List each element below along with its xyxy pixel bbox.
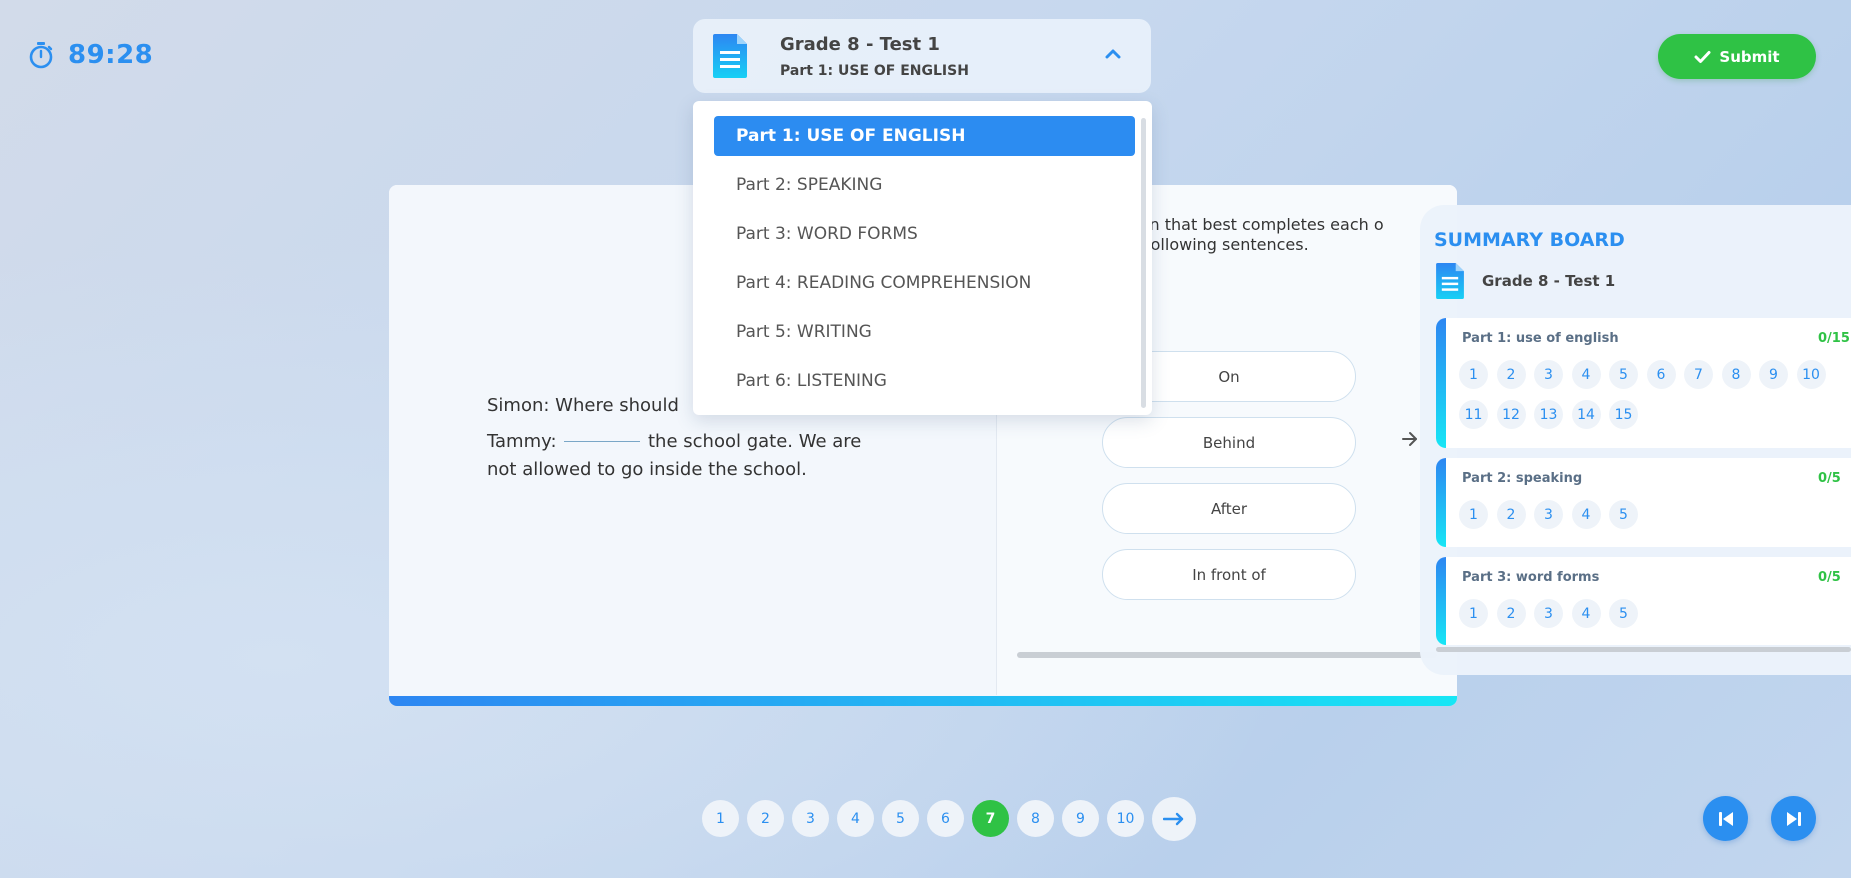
timer-text: 89:28: [68, 40, 154, 70]
document-icon: [713, 34, 747, 78]
question-bubble[interactable]: 4: [1571, 500, 1601, 529]
summary-part-use-of-english: Part 1: use of english 0/15 1 2 3 4 5 6 …: [1436, 318, 1851, 448]
summary-test-name: Grade 8 - Test 1: [1482, 272, 1616, 290]
dropdown-item-writing[interactable]: Part 5: WRITING: [714, 312, 1135, 352]
summary-part-word-forms: Part 3: word forms 0/5 1 2 3 4 5: [1436, 557, 1851, 645]
arrow-right-icon: [1402, 432, 1417, 446]
question-bubble[interactable]: 9: [1759, 360, 1788, 389]
summary-test: Grade 8 - Test 1: [1436, 263, 1615, 299]
passage-text-after-blank: the school gate. We are: [648, 431, 862, 452]
summary-scrollbar[interactable]: [1436, 647, 1851, 652]
skip-forward-icon: [1786, 811, 1801, 826]
passage-line: Tammy: the school gate. We are not allow…: [487, 428, 887, 484]
part-score: 0/5: [1818, 570, 1841, 585]
instruction-line: tion that best completes each o: [1129, 215, 1384, 234]
dropdown-scrollbar[interactable]: [1141, 118, 1146, 408]
question-bubble[interactable]: 12: [1496, 400, 1526, 429]
page-button-current[interactable]: 7: [972, 800, 1009, 837]
timer: 89:28: [28, 40, 153, 70]
arrow-right-icon: [1163, 812, 1184, 826]
question-grid: 1 2 3 4 5 6 7 8 9 10 11 12 13 14 15: [1459, 360, 1851, 440]
dropdown-item-speaking[interactable]: Part 2: SPEAKING: [714, 165, 1135, 205]
question-bubble[interactable]: 3: [1534, 500, 1563, 529]
summary-board: SUMMARY BOARD Grade 8 - Test 1 Part 1: u…: [1420, 205, 1851, 675]
question-pagination: 1 2 3 4 5 6 7 8 9 10: [702, 797, 1196, 841]
passage-speaker: Tammy:: [487, 431, 557, 452]
question-bubble[interactable]: 10: [1796, 360, 1826, 389]
page-button[interactable]: 6: [927, 800, 964, 837]
options-scrollbar[interactable]: [1017, 652, 1437, 658]
page-button[interactable]: 9: [1062, 800, 1099, 837]
question-instruction: tion that best completes each o followin…: [1129, 215, 1457, 255]
submit-button[interactable]: Submit: [1658, 34, 1816, 79]
question-bubble[interactable]: 6: [1646, 360, 1676, 389]
question-bubble[interactable]: 7: [1684, 360, 1713, 389]
progress-bar: [389, 696, 1457, 706]
test-part-selector[interactable]: Grade 8 - Test 1 Part 1: USE OF ENGLISH: [693, 19, 1151, 93]
document-icon: [1436, 263, 1464, 299]
question-bubble[interactable]: 4: [1571, 599, 1601, 628]
question-bubble[interactable]: 1: [1459, 500, 1488, 529]
current-part-label: Part 1: USE OF ENGLISH: [780, 62, 969, 79]
page-button[interactable]: 10: [1107, 800, 1144, 837]
question-bubble[interactable]: 15: [1609, 400, 1638, 429]
next-page-button[interactable]: [1152, 797, 1196, 841]
question-bubble[interactable]: 5: [1609, 500, 1638, 529]
summary-part-speaking: Part 2: speaking 0/5 1 2 3 4 5: [1436, 458, 1851, 547]
question-bubble[interactable]: 5: [1609, 360, 1638, 389]
question-bubble[interactable]: 4: [1571, 360, 1601, 389]
dropdown-item-listening[interactable]: Part 6: LISTENING: [714, 361, 1135, 401]
part-name: Part 2: speaking: [1462, 471, 1583, 486]
dropdown-item-word-forms[interactable]: Part 3: WORD FORMS: [714, 214, 1135, 254]
question-bubble[interactable]: 2: [1496, 500, 1526, 529]
skip-back-icon: [1718, 811, 1733, 826]
page-button[interactable]: 1: [702, 800, 739, 837]
chevron-up-icon[interactable]: [1105, 47, 1121, 61]
stopwatch-icon: [29, 42, 53, 69]
summary-title: SUMMARY BOARD: [1434, 229, 1625, 251]
question-bubble[interactable]: 3: [1534, 599, 1563, 628]
answer-option[interactable]: In front of: [1102, 549, 1356, 600]
previous-part-button[interactable]: [1703, 796, 1748, 841]
page-button[interactable]: 3: [792, 800, 829, 837]
question-bubble[interactable]: 2: [1496, 599, 1526, 628]
part-dropdown: Part 1: USE OF ENGLISH Part 2: SPEAKING …: [693, 101, 1152, 415]
dropdown-item-use-of-english[interactable]: Part 1: USE OF ENGLISH: [714, 116, 1135, 156]
answer-option[interactable]: After: [1102, 483, 1356, 534]
question-grid: 1 2 3 4 5: [1459, 599, 1851, 639]
part-score: 0/5: [1818, 471, 1841, 486]
question-bubble[interactable]: 1: [1459, 360, 1488, 389]
next-part-button[interactable]: [1771, 796, 1816, 841]
test-title: Grade 8 - Test 1: [780, 33, 940, 55]
answer-option[interactable]: Behind: [1102, 417, 1356, 468]
question-bubble[interactable]: 8: [1721, 360, 1751, 389]
part-name: Part 3: word forms: [1462, 570, 1600, 585]
page-button[interactable]: 5: [882, 800, 919, 837]
question-bubble[interactable]: 2: [1496, 360, 1526, 389]
submit-label: Submit: [1719, 47, 1780, 66]
part-score: 0/15: [1818, 331, 1850, 346]
question-bubble[interactable]: 11: [1459, 400, 1488, 429]
question-bubble[interactable]: 13: [1534, 400, 1563, 429]
part-name: Part 1: use of english: [1462, 331, 1619, 346]
page-button[interactable]: 4: [837, 800, 874, 837]
page-button[interactable]: 2: [747, 800, 784, 837]
dropdown-item-reading-comprehension[interactable]: Part 4: READING COMPREHENSION: [714, 263, 1135, 303]
passage-text-continued: not allowed to go inside the school.: [487, 459, 807, 480]
question-bubble[interactable]: 14: [1571, 400, 1601, 429]
check-icon: [1694, 50, 1711, 63]
instruction-line: following sentences.: [1145, 235, 1309, 254]
question-bubble[interactable]: 1: [1459, 599, 1488, 628]
page-button[interactable]: 8: [1017, 800, 1054, 837]
question-bubble[interactable]: 5: [1609, 599, 1638, 628]
question-grid: 1 2 3 4 5: [1459, 500, 1851, 540]
question-bubble[interactable]: 3: [1534, 360, 1563, 389]
answer-blank: [564, 441, 641, 442]
